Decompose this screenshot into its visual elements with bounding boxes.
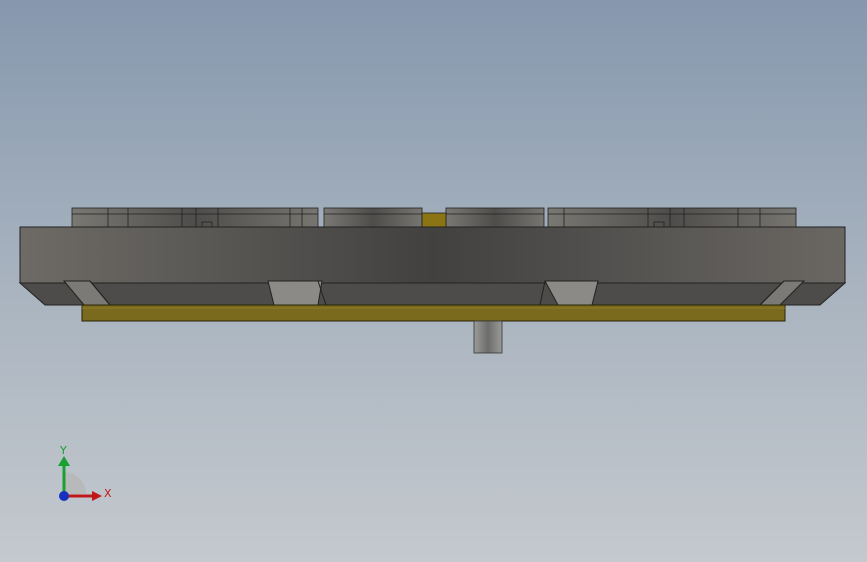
base-plate xyxy=(81,304,786,322)
top-blocks xyxy=(71,207,797,229)
rotation-arc xyxy=(64,472,86,494)
main-body xyxy=(19,226,846,284)
cad-model[interactable] xyxy=(0,0,867,562)
orientation-triad: Y X xyxy=(58,444,112,501)
3d-viewport[interactable]: Y X xyxy=(0,0,867,562)
z-axis-dot xyxy=(59,491,69,501)
y-axis-label: Y xyxy=(59,444,67,457)
center-post xyxy=(473,320,503,354)
y-axis-arrow xyxy=(58,456,70,466)
x-axis-label: X xyxy=(104,487,112,500)
x-axis-arrow xyxy=(92,491,102,501)
lower-section xyxy=(18,280,847,306)
